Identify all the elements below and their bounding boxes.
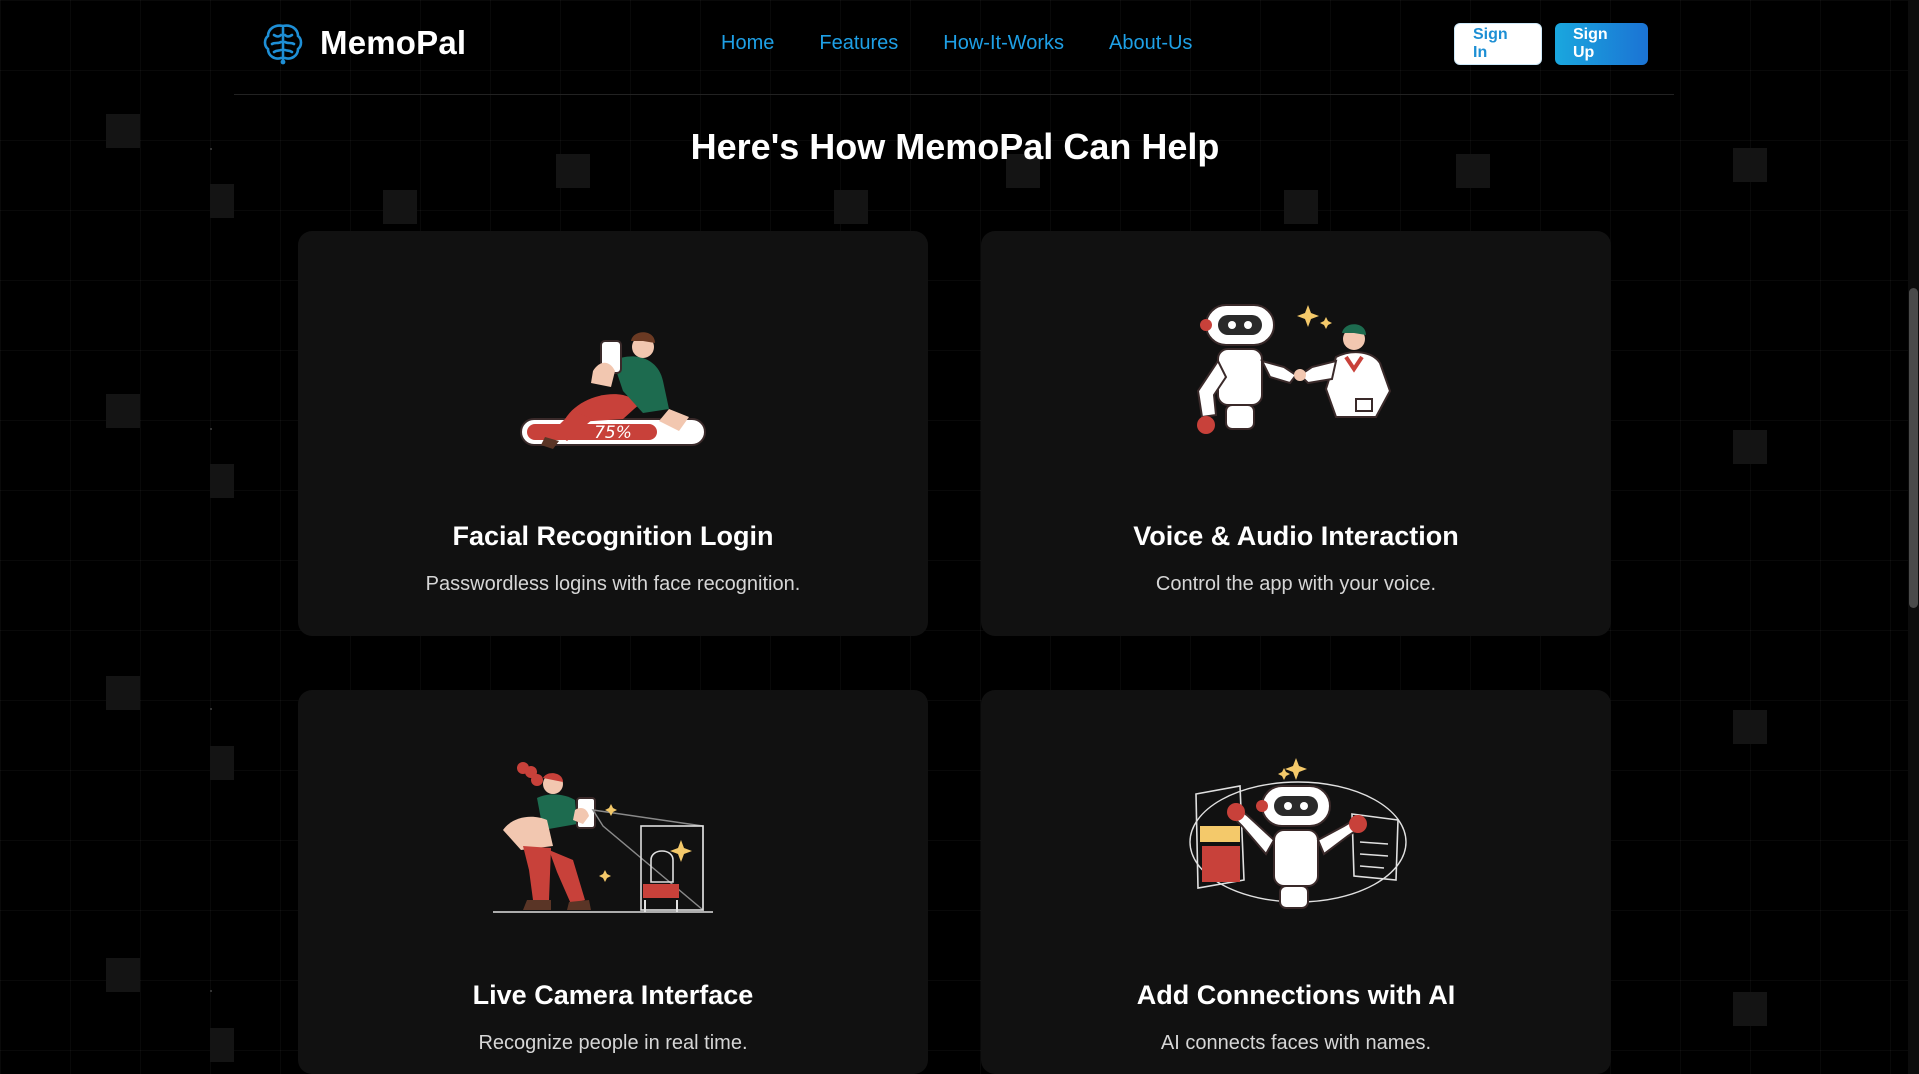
brain-circuit-icon (263, 24, 303, 65)
card-description: Control the app with your voice. (1155, 573, 1437, 595)
feature-card[interactable]: Voice & Audio Interaction Control the ap… (981, 231, 1611, 636)
page-scrollbar[interactable] (1908, 0, 1919, 1074)
nav-how-it-works-link[interactable]: How-It-Works (943, 32, 1064, 55)
top-navbar: MemoPal Home Features How-It-Works About… (234, 0, 1674, 95)
sign-up-button[interactable]: Sign Up (1555, 23, 1648, 65)
robot-high-five-illustration (1196, 304, 1392, 434)
brand-logo[interactable]: MemoPal (260, 20, 466, 66)
feature-card[interactable]: Live Camera Interface Recognize people i… (298, 690, 928, 1074)
background-square (106, 676, 140, 710)
page: MemoPal Home Features How-It-Works About… (0, 0, 1919, 1074)
background-square (1284, 190, 1318, 224)
card-title: Add Connections with AI (1136, 980, 1456, 1010)
background-dot (210, 708, 212, 710)
scrollbar-thumb[interactable] (1909, 288, 1918, 608)
card-description: Passwordless logins with face recognitio… (425, 573, 801, 595)
auth-buttons: Sign In Sign Up (1454, 23, 1648, 65)
person-on-progress-bar-illustration: 75% (520, 332, 706, 449)
background-square (106, 394, 140, 428)
feature-card[interactable]: Add Connections with AI AI connects face… (981, 690, 1611, 1074)
background-square (210, 746, 234, 780)
nav-home-link[interactable]: Home (721, 32, 774, 55)
sign-in-button[interactable]: Sign In (1454, 23, 1542, 65)
card-title: Live Camera Interface (472, 980, 754, 1010)
section-title: Here's How MemoPal Can Help (690, 126, 1220, 167)
brand-name: MemoPal (320, 24, 467, 61)
main-nav: Home Features How-It-Works About-Us (721, 32, 1192, 55)
person-with-camera-illustration (493, 762, 713, 913)
nav-features-link[interactable]: Features (819, 32, 898, 55)
card-title: Voice & Audio Interaction (1133, 521, 1459, 551)
progress-percent-label: 75% (594, 423, 632, 443)
background-square (210, 1028, 234, 1062)
robot-with-panels-illustration (1189, 758, 1407, 909)
card-title: Facial Recognition Login (452, 521, 774, 551)
background-square (210, 184, 234, 218)
background-dot (210, 990, 212, 992)
background-square (210, 464, 234, 498)
background-square (1733, 992, 1767, 1026)
feature-card[interactable]: 75% Facial Recognition Login Passwordles… (298, 231, 928, 636)
nav-about-us-link[interactable]: About-Us (1109, 32, 1192, 55)
card-description: AI connects faces with names. (1160, 1032, 1432, 1054)
card-description: Recognize people in real time. (478, 1032, 748, 1054)
background-square (834, 190, 868, 224)
background-square (1733, 430, 1767, 464)
background-square (106, 958, 140, 992)
background-square (383, 190, 417, 224)
background-dot (210, 428, 212, 430)
background-square (1733, 710, 1767, 744)
